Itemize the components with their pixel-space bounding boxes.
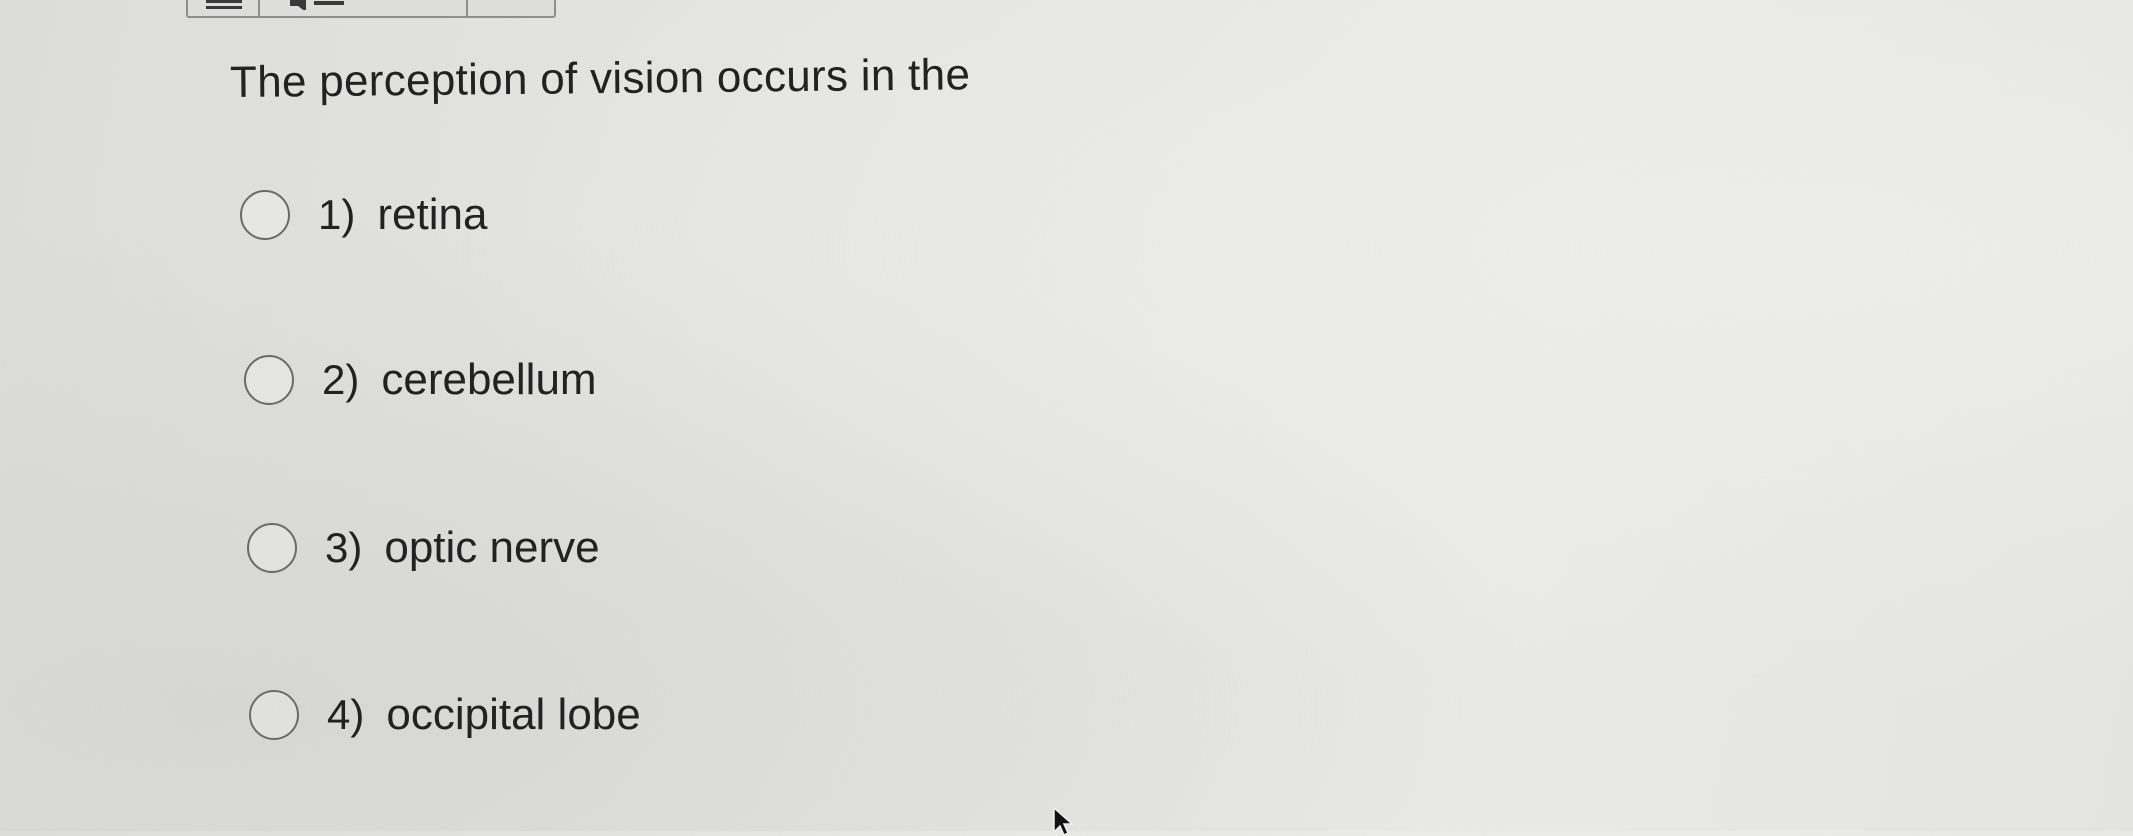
- option-label: occipital lobe: [386, 690, 641, 739]
- option-number: 3): [325, 524, 363, 571]
- option-label: retina: [377, 190, 488, 239]
- radio-button[interactable]: [244, 355, 294, 405]
- option-number: 2): [322, 356, 360, 403]
- question-text: The perception of vision occurs in the: [229, 50, 971, 107]
- option-number: 1): [318, 191, 356, 238]
- radio-button[interactable]: [240, 190, 290, 240]
- menu-icon[interactable]: [206, 0, 242, 10]
- speaker-icon[interactable]: [288, 0, 348, 10]
- answer-option-4[interactable]: 4) occipital lobe: [249, 690, 641, 740]
- mouse-cursor-icon: [1053, 806, 1074, 836]
- option-label: cerebellum: [381, 355, 597, 404]
- answer-option-1[interactable]: 1) retina: [240, 190, 487, 240]
- toolbar: [186, 0, 556, 18]
- answer-option-2[interactable]: 2) cerebellum: [244, 355, 597, 405]
- option-number: 4): [327, 691, 365, 738]
- toolbar-divider: [258, 0, 260, 16]
- answer-option-3[interactable]: 3) optic nerve: [247, 523, 600, 573]
- toolbar-divider: [466, 0, 468, 16]
- radio-button[interactable]: [247, 523, 297, 573]
- radio-button[interactable]: [249, 690, 299, 740]
- option-label: optic nerve: [384, 523, 600, 572]
